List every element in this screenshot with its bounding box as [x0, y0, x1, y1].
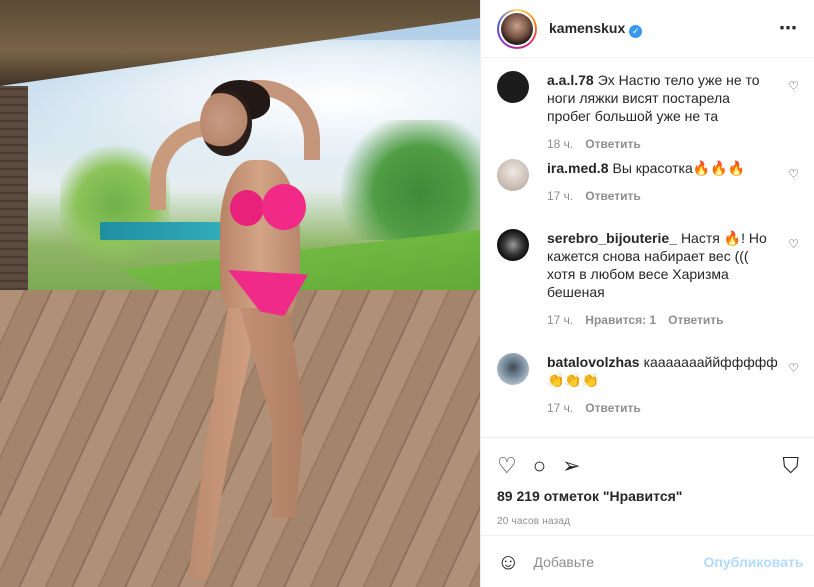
comment-avatar[interactable]: [497, 353, 529, 385]
comment-meta: 18 ч. Ответить: [547, 135, 769, 153]
comment-body: ira.med.8 Вы красотка🔥🔥🔥 17 ч. Ответить: [547, 159, 769, 229]
comment-username[interactable]: ira.med.8: [547, 160, 608, 176]
comment-text-line: a.a.l.78 Эх Настю тело уже не то ноги ляж…: [547, 71, 769, 125]
comment-likes-count[interactable]: Нравится: 1: [585, 313, 656, 327]
comment-text-line: ira.med.8 Вы красотка🔥🔥🔥: [547, 159, 769, 177]
comments-list[interactable]: a.a.l.78 Эх Настю тело уже не то ноги ляж…: [481, 59, 814, 437]
comment-text-line: serebro_bijouterie_ Настя 🔥! Но кажется с…: [547, 229, 769, 301]
comment-item: a.a.l.78 Эх Настю тело уже не то ноги ляж…: [497, 71, 799, 159]
post-time-ago[interactable]: 20 часов назад: [497, 516, 799, 527]
like-heart-icon[interactable]: ♡: [497, 454, 517, 478]
comment-avatar[interactable]: [497, 229, 529, 261]
comment-avatar[interactable]: [497, 159, 529, 191]
more-options-icon[interactable]: ⋯: [779, 18, 798, 39]
bookmark-icon[interactable]: ⛉: [782, 454, 799, 478]
instagram-post: kamenskux ✓ ⋯ a.a.l.78 Эх Настю тело уже н…: [0, 0, 814, 587]
post-header: kamenskux ✓ ⋯: [481, 0, 814, 58]
comment-username[interactable]: a.a.l.78: [547, 72, 594, 88]
share-send-icon[interactable]: ➢: [562, 454, 580, 478]
figure-bikini-top-left: [230, 190, 264, 226]
comment-time[interactable]: 17 ч.: [547, 189, 573, 203]
photo-figure: [150, 80, 320, 580]
comment-reply-button[interactable]: Ответить: [585, 189, 640, 203]
comment-meta: 17 ч. Нравится: 1 Ответить: [547, 311, 769, 329]
comment-meta: 17 ч. Ответить: [547, 187, 769, 205]
publish-button[interactable]: Опубликовать: [703, 554, 803, 570]
comment-like-heart-icon[interactable]: ♡: [788, 79, 799, 93]
comment-like-heart-icon[interactable]: ♡: [788, 167, 799, 181]
comment-like-heart-icon[interactable]: ♡: [788, 361, 799, 375]
comment-bubble-icon[interactable]: ○: [533, 454, 546, 478]
comment-time[interactable]: 18 ч.: [547, 137, 573, 151]
comment-item: ira.med.8 Вы красотка🔥🔥🔥 17 ч. Ответить ♡: [497, 159, 799, 229]
figure-leg-right: [240, 308, 304, 518]
comment-item: serebro_bijouterie_ Настя 🔥! Но кажется с…: [497, 229, 799, 353]
action-icons-row: ♡ ○ ➢ ⛉: [497, 446, 799, 486]
photo-trees: [330, 120, 480, 240]
emoji-picker-icon[interactable]: ☺: [497, 549, 519, 575]
author-avatar-inner: [499, 10, 535, 47]
figure-head: [200, 90, 252, 156]
post-actions: ♡ ○ ➢ ⛉ 89 219 отметок "Нравится" 20 час…: [481, 437, 814, 527]
comment-time[interactable]: 17 ч.: [547, 313, 573, 327]
comment-avatar[interactable]: [497, 71, 529, 103]
comment-text-line: batalovolzhas каааааааййффффф👏👏👏: [547, 353, 778, 389]
comment-like-heart-icon[interactable]: ♡: [788, 237, 799, 251]
comment-input[interactable]: [533, 553, 704, 570]
comment-username[interactable]: batalovolzhas: [547, 354, 640, 370]
author-username[interactable]: kamenskux ✓: [549, 20, 643, 38]
comment-time[interactable]: 17 ч.: [547, 401, 573, 415]
figure-bikini-top-right: [262, 184, 306, 230]
likes-count[interactable]: 89 219 отметок "Нравится": [497, 488, 799, 504]
comment-meta: 17 ч. Ответить: [547, 399, 769, 417]
verified-badge-icon: ✓: [629, 24, 643, 38]
comment-reply-button[interactable]: Ответить: [668, 313, 723, 327]
comment-reply-button[interactable]: Ответить: [585, 401, 640, 415]
comment-body: batalovolzhas каааааааййффффф👏👏👏 17 ч. Отв…: [547, 353, 778, 423]
post-sidebar: kamenskux ✓ ⋯ a.a.l.78 Эх Настю тело уже н…: [480, 0, 814, 587]
comment-reply-button[interactable]: Ответить: [585, 137, 640, 151]
photo-pillar: [0, 86, 28, 296]
comment-item: batalovolzhas каааааааййффффф👏👏👏 17 ч. Отв…: [497, 353, 799, 423]
comment-username[interactable]: serebro_bijouterie_: [547, 230, 677, 246]
comment-body: a.a.l.78 Эх Настю тело уже не то ноги ляж…: [547, 71, 769, 159]
author-avatar[interactable]: [497, 8, 537, 49]
post-photo[interactable]: [0, 0, 480, 587]
author-username-text[interactable]: kamenskux: [549, 20, 625, 36]
figure-leg-left: [188, 308, 260, 578]
author-avatar-image: [501, 12, 533, 45]
comment-body: serebro_bijouterie_ Настя 🔥! Но кажется с…: [547, 229, 769, 353]
comment-text: Вы красотка🔥🔥🔥: [612, 160, 746, 176]
add-comment-bar: ☺ Опубликовать: [481, 535, 814, 587]
